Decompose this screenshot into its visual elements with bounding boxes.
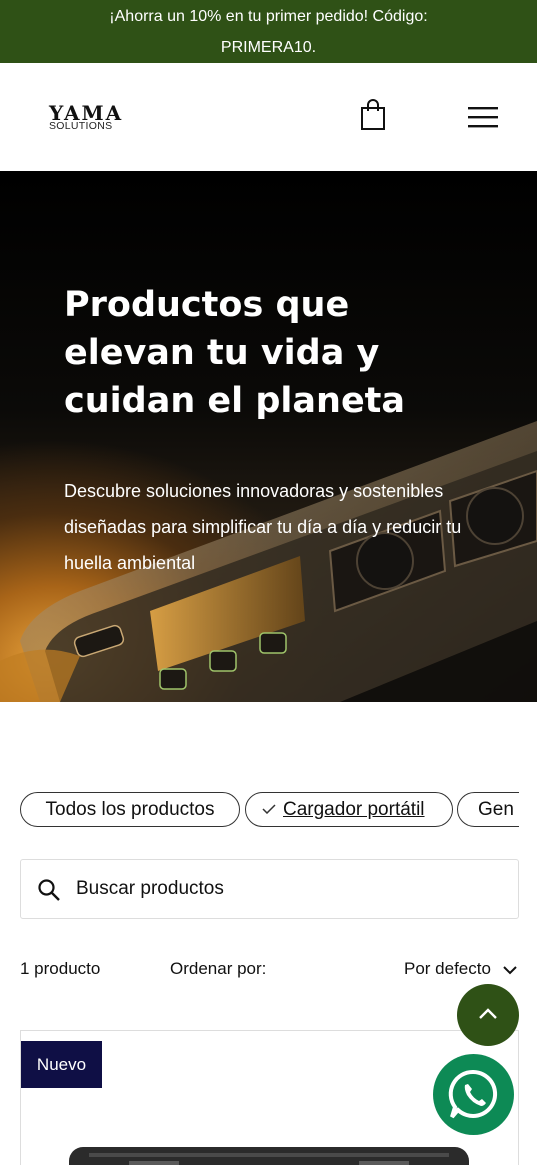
filter-chip-label: Todos los productos (45, 799, 215, 820)
power-station-image (0, 421, 537, 702)
filter-chip-label: Cargador portátil (283, 799, 425, 820)
hero-banner: Productos que elevan tu vida y cuidan el… (0, 171, 537, 702)
hamburger-menu-icon (468, 107, 498, 128)
category-filter-bar: Todos los productos Cargador portátil Ge… (20, 792, 519, 828)
site-header: YAMA SOLUTIONS (0, 63, 537, 171)
cart-button[interactable] (358, 98, 388, 132)
product-image (69, 1147, 469, 1165)
promo-line-1: ¡Ahorra un 10% en tu primer pedido! Códi… (109, 8, 428, 25)
menu-button[interactable] (466, 103, 500, 131)
chevron-down-icon (503, 966, 517, 975)
shopping-bag-icon (361, 99, 385, 130)
scroll-to-top-button[interactable] (457, 984, 519, 1046)
chevron-up-icon (479, 1008, 497, 1019)
promo-code: PRIMERA10. (220, 39, 317, 56)
product-search (20, 859, 519, 919)
filter-chip-portable-charger[interactable]: Cargador portátil (245, 792, 453, 827)
logo[interactable]: YAMA SOLUTIONS (49, 103, 123, 131)
whatsapp-button[interactable] (433, 1054, 514, 1135)
search-icon (38, 879, 60, 901)
logo-subtitle: SOLUTIONS (49, 120, 113, 132)
promo-banner: ¡Ahorra un 10% en tu primer pedido! Códi… (0, 0, 537, 63)
new-badge: Nuevo (21, 1041, 102, 1088)
hero-title: Productos que elevan tu vida y cuidan el… (64, 285, 406, 421)
checkmark-icon (262, 804, 276, 814)
filter-chip-label: Gen (478, 799, 514, 820)
filter-chip-all-products[interactable]: Todos los productos (20, 792, 240, 827)
hero-description: Descubre soluciones innovadoras y sosten… (64, 481, 462, 573)
search-input[interactable] (76, 874, 496, 904)
result-count: 1 producto (20, 959, 101, 978)
whatsapp-icon (448, 1069, 498, 1119)
sort-label: Ordenar por: (170, 959, 267, 978)
filter-chip-generator[interactable]: Gen (457, 792, 519, 827)
